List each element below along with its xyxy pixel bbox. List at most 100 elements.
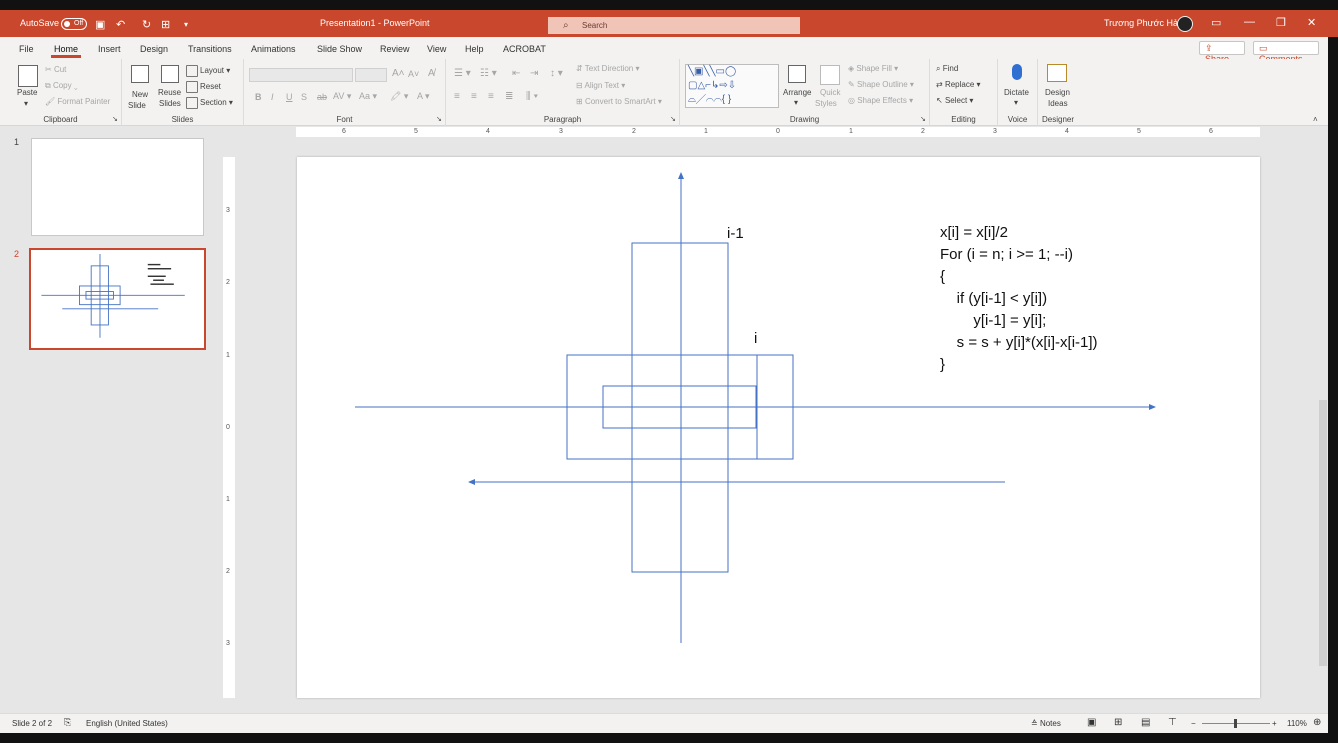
new-slide-label-1[interactable]: New xyxy=(132,90,148,99)
strikethrough-icon[interactable]: ab xyxy=(317,92,327,102)
zoom-out-icon[interactable]: − xyxy=(1191,719,1196,728)
columns-icon[interactable]: ⫼ ▾ xyxy=(526,91,538,102)
tab-transitions[interactable]: Transitions xyxy=(188,44,232,54)
highlight-icon[interactable]: 🖍 ▾ xyxy=(390,91,408,102)
tab-view[interactable]: View xyxy=(427,44,446,54)
redo-icon[interactable]: ↻ xyxy=(142,18,151,31)
font-launcher-icon[interactable]: ↘ xyxy=(436,115,442,123)
font-name-input[interactable] xyxy=(249,68,353,82)
justify-icon[interactable]: ≣ xyxy=(505,91,513,102)
quick-styles-icon[interactable] xyxy=(820,65,840,85)
microphone-icon[interactable] xyxy=(1012,64,1022,80)
reading-view-icon[interactable]: ▤ xyxy=(1141,717,1150,728)
zoom-in-icon[interactable]: + xyxy=(1272,719,1277,728)
notes-button[interactable]: ≙ Notes xyxy=(1031,719,1061,728)
clipboard-launcher-icon[interactable]: ↘ xyxy=(112,115,118,123)
label-i-minus-1[interactable]: i-1 xyxy=(727,225,744,242)
customize-toolbar-icon[interactable]: ▾ xyxy=(184,20,188,29)
char-spacing-icon[interactable]: AV ▾ xyxy=(333,91,351,102)
zoom-slider-handle[interactable] xyxy=(1234,719,1237,728)
arrange-icon[interactable] xyxy=(788,65,806,83)
autosave-toggle[interactable]: Off xyxy=(61,18,87,30)
shape-effects-button[interactable]: ◎ Shape Effects ▾ xyxy=(848,96,913,105)
align-text-button[interactable]: ⊟ Align Text ▾ xyxy=(576,81,625,90)
find-button[interactable]: ⌕ Find xyxy=(936,64,958,74)
text-direction-button[interactable]: ⇵ Text Direction ▾ xyxy=(576,64,640,73)
tab-review[interactable]: Review xyxy=(380,44,410,54)
reuse-label-2[interactable]: Slides xyxy=(159,99,181,108)
layout-button[interactable]: Layout ▾ xyxy=(186,65,230,77)
reset-button[interactable]: Reset xyxy=(186,81,221,93)
new-slide-icon[interactable] xyxy=(131,65,149,83)
copy-button[interactable]: ⧉ Copy ⌄ xyxy=(45,81,78,91)
shapes-gallery[interactable]: ╲▣╲╲▭◯ ▢△⌐↳⇨⇩ ⌓╱⌒⌒{ } xyxy=(685,64,779,108)
label-i[interactable]: i xyxy=(754,330,757,347)
decrease-indent-icon[interactable]: ⇤ xyxy=(512,68,520,79)
ribbon-display-icon[interactable]: ▭ xyxy=(1211,16,1221,29)
save-icon[interactable]: ▣ xyxy=(95,18,105,31)
tab-animations[interactable]: Animations xyxy=(251,44,296,54)
shape-outline-button[interactable]: ✎ Shape Outline ▾ xyxy=(848,80,914,89)
shadow-icon[interactable]: S xyxy=(301,92,307,102)
bullets-icon[interactable]: ☰ ▾ xyxy=(454,68,471,79)
reuse-label-1[interactable]: Reuse xyxy=(158,88,181,97)
dictate-dropdown-icon[interactable]: ▾ xyxy=(1014,98,1018,107)
normal-view-icon[interactable]: ▣ xyxy=(1087,717,1096,728)
arrange-dropdown-icon[interactable]: ▾ xyxy=(794,98,798,107)
tab-design[interactable]: Design xyxy=(140,44,168,54)
align-right-icon[interactable]: ≡ xyxy=(488,91,494,102)
select-button[interactable]: ↖ Select ▾ xyxy=(936,96,973,105)
restore-icon[interactable]: ❐ xyxy=(1276,16,1286,29)
tab-acrobat[interactable]: ACROBAT xyxy=(503,44,546,54)
dictate-button[interactable]: Dictate xyxy=(1004,88,1029,97)
arrange-button[interactable]: Arrange xyxy=(783,88,811,97)
grow-font-icon[interactable]: A˄ xyxy=(392,68,405,79)
design-ideas-label-2[interactable]: Ideas xyxy=(1048,99,1068,108)
tab-home[interactable]: Home xyxy=(54,44,78,54)
line-spacing-icon[interactable]: ↕ ▾ xyxy=(550,68,563,79)
font-size-input[interactable] xyxy=(355,68,387,82)
search-input[interactable]: ⌕ Search xyxy=(548,17,800,34)
slide-thumbnail-1[interactable] xyxy=(31,138,204,236)
close-icon[interactable]: ✕ xyxy=(1307,16,1316,29)
format-painter-button[interactable]: 🖌 Format Painter xyxy=(45,97,110,106)
increase-indent-icon[interactable]: ⇥ xyxy=(530,68,538,79)
section-button[interactable]: Section ▾ xyxy=(186,97,233,109)
zoom-level[interactable]: 110% xyxy=(1287,719,1307,728)
tab-file[interactable]: File xyxy=(19,44,34,54)
paste-dropdown-icon[interactable]: ▾ xyxy=(24,99,28,108)
slide-sorter-icon[interactable]: ⊞ xyxy=(1114,717,1122,728)
tab-insert[interactable]: Insert xyxy=(98,44,121,54)
italic-icon[interactable]: I xyxy=(271,92,274,102)
shape-fill-button[interactable]: ◈ Shape Fill ▾ xyxy=(848,64,898,73)
align-left-icon[interactable]: ≡ xyxy=(454,91,460,102)
tab-help[interactable]: Help xyxy=(465,44,484,54)
slide-canvas[interactable]: i-1 i x[i] = x[i]/2 For (i = n; i >= 1; … xyxy=(297,157,1260,698)
underline-icon[interactable]: U xyxy=(286,92,293,102)
collapse-ribbon-icon[interactable]: ˄ xyxy=(1313,115,1318,124)
font-color-icon[interactable]: A ▾ xyxy=(417,91,430,102)
language-indicator[interactable]: English (United States) xyxy=(86,719,168,728)
shrink-font-icon[interactable]: A˅ xyxy=(408,69,419,79)
convert-smartart-button[interactable]: ⊞ Convert to SmartArt ▾ xyxy=(576,97,662,106)
scrollbar-thumb[interactable] xyxy=(1319,400,1327,666)
slideshow-view-icon[interactable]: ⊤ xyxy=(1168,717,1177,728)
align-center-icon[interactable]: ≡ xyxy=(471,91,477,102)
comments-button[interactable]: ▭ Comments xyxy=(1253,41,1319,64)
change-case-icon[interactable]: Aa ▾ xyxy=(359,91,377,102)
paste-button[interactable]: Paste xyxy=(17,88,37,97)
quick-styles-label-1[interactable]: Quick xyxy=(820,88,840,97)
new-slide-label-2[interactable]: Slide xyxy=(128,101,146,110)
design-ideas-label-1[interactable]: Design xyxy=(1045,88,1070,97)
undo-icon[interactable]: ↶ xyxy=(116,18,125,31)
replace-button[interactable]: ⇄ Replace ▾ xyxy=(936,80,981,89)
paste-icon[interactable] xyxy=(18,65,38,87)
numbering-icon[interactable]: ☷ ▾ xyxy=(480,68,497,79)
fit-to-window-icon[interactable]: ⊕ xyxy=(1313,717,1321,728)
drawing-launcher-icon[interactable]: ↘ xyxy=(920,115,926,123)
paragraph-launcher-icon[interactable]: ↘ xyxy=(670,115,676,123)
clear-formatting-icon[interactable]: A̸ xyxy=(428,68,435,79)
present-icon[interactable]: ⊞ xyxy=(161,18,170,31)
slide-thumbnail-2[interactable] xyxy=(29,248,206,350)
design-ideas-icon[interactable] xyxy=(1047,64,1067,82)
